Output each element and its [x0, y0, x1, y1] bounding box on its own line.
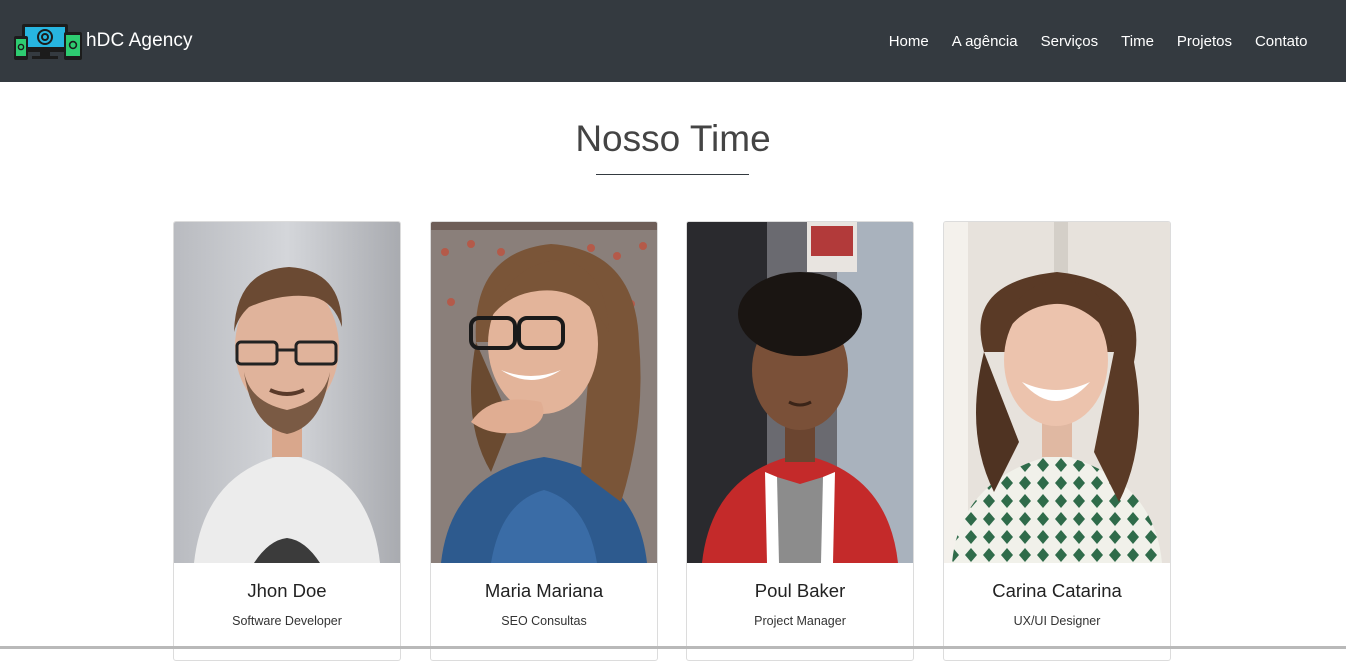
brand-link[interactable]: hDC Agency [14, 22, 193, 60]
team-member-role: Project Manager [754, 614, 846, 628]
team-member-name: Poul Baker [754, 580, 846, 601]
nav-item-projetos: Projetos [1165, 33, 1243, 50]
main-nav: Home A agência Serviços Time Projetos Co… [877, 0, 1319, 82]
nav-item-time: Time [1110, 33, 1166, 50]
nav-link-agencia[interactable]: A agência [940, 33, 1029, 50]
nav-link-home[interactable]: Home [877, 33, 940, 50]
team-member-name: Carina Catarina [992, 580, 1122, 601]
nav-item-home: Home [877, 33, 940, 50]
navbar: hDC Agency Home A agência Serviços Time … [0, 0, 1346, 82]
nav-link-time[interactable]: Time [1110, 33, 1166, 50]
devices-logo-icon [14, 24, 82, 60]
team-member-photo [687, 222, 913, 563]
team-member-photo [944, 222, 1170, 563]
nav-item-servicos: Serviços [1029, 33, 1110, 50]
team-member-photo [174, 222, 400, 563]
team-card: Poul Baker Project Manager [686, 221, 914, 661]
team-member-photo [431, 222, 657, 563]
team-card: Carina Catarina UX/UI Designer [943, 221, 1171, 661]
nav-link-servicos[interactable]: Serviços [1029, 33, 1110, 50]
brand-name: hDC Agency [86, 30, 193, 51]
section-title: Nosso Time [575, 118, 771, 159]
team-card: Maria Mariana SEO Consultas [430, 221, 658, 661]
team-card: Jhon Doe Software Developer [173, 221, 401, 661]
title-divider [596, 174, 749, 175]
team-member-name: Maria Mariana [484, 580, 604, 601]
team-member-role: Software Developer [232, 614, 342, 628]
nav-item-agencia: A agência [940, 33, 1029, 50]
nav-item-contato: Contato [1243, 33, 1319, 50]
nav-link-projetos[interactable]: Projetos [1165, 33, 1243, 50]
team-member-role: UX/UI Designer [1013, 614, 1101, 628]
team-member-role: SEO Consultas [501, 614, 587, 628]
team-member-name: Jhon Doe [247, 580, 327, 601]
nav-link-contato[interactable]: Contato [1243, 33, 1319, 50]
